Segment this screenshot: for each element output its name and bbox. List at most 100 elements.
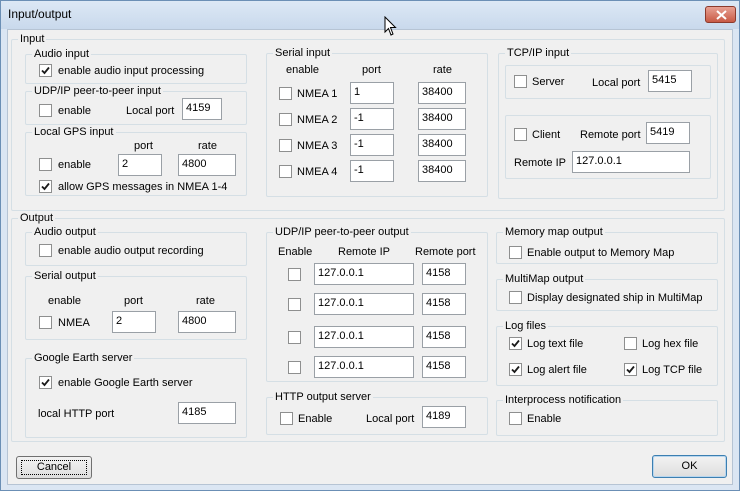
checkmark-icon	[41, 182, 50, 191]
cancel-button[interactable]: Cancel	[16, 456, 92, 479]
serial-nmea2-port-field[interactable]: -1	[350, 108, 394, 130]
audio-output-checkbox[interactable]	[39, 244, 52, 257]
udp-input-port-field[interactable]: 4159	[182, 98, 222, 120]
serial-nmea1-label: NMEA 1	[297, 88, 338, 100]
udp-input-enable-label: enable	[58, 105, 92, 117]
udp-input-checkbox[interactable]	[39, 104, 52, 117]
audio-output-enable-label: enable audio output recording	[58, 245, 204, 257]
udp-output-row1-ip-field[interactable]: 127.0.0.1	[314, 263, 414, 285]
audio-input-checkbox[interactable]	[39, 64, 52, 77]
log-files-label: Log files	[503, 319, 548, 333]
udp-output-enable-header: Enable	[278, 246, 313, 258]
log-hex-checkbox[interactable]	[624, 337, 637, 350]
serial-output-label: Serial output	[32, 269, 98, 283]
serial-nmea3-checkbox[interactable]	[279, 139, 292, 152]
tcp-client-checkbox[interactable]	[514, 128, 527, 141]
audio-output-label: Audio output	[32, 225, 98, 239]
google-earth-checkbox[interactable]	[39, 376, 52, 389]
serial-nmea2-checkbox[interactable]	[279, 113, 292, 126]
focus-ring	[21, 460, 87, 475]
tcp-input-label: TCP/IP input	[505, 46, 572, 60]
tcp-remote-ip-label: Remote IP	[514, 157, 566, 169]
http-output-label: HTTP output server	[273, 390, 373, 404]
serial-nmea1-rate-field[interactable]: 38400	[418, 82, 466, 104]
serial-output-nmea-label: NMEA	[58, 317, 90, 329]
log-tcp-checkbox[interactable]	[624, 363, 637, 376]
serial-nmea4-port-field[interactable]: -1	[350, 160, 394, 182]
udp-input-label: UDP/IP peer-to-peer input	[32, 84, 163, 98]
window-title: Input/output	[8, 7, 72, 21]
mouse-cursor-icon	[384, 16, 397, 36]
multimap-enable-label: Display designated ship in MultiMap	[527, 292, 703, 304]
checkmark-icon	[511, 339, 520, 348]
udp-output-row2-ip-field[interactable]: 127.0.0.1	[314, 293, 414, 315]
close-icon	[716, 10, 727, 20]
gps-input-checkbox[interactable]	[39, 158, 52, 171]
udp-output-row1-checkbox[interactable]	[288, 268, 301, 281]
serial-nmea1-checkbox[interactable]	[279, 87, 292, 100]
google-earth-group: Google Earth server	[25, 351, 247, 438]
ipc-enable-label: Enable	[527, 413, 562, 425]
serial-nmea3-rate-field[interactable]: 38400	[418, 134, 466, 156]
udp-output-row1-port-field[interactable]: 4158	[422, 263, 466, 285]
ok-button[interactable]: OK	[652, 455, 727, 478]
udp-output-ip-header: Remote IP	[338, 246, 390, 258]
http-output-port-label: Local port	[366, 413, 415, 425]
title-bar: Input/output	[1, 1, 739, 29]
multimap-checkbox[interactable]	[509, 291, 522, 304]
serial-output-checkbox[interactable]	[39, 316, 52, 329]
serial-input-label: Serial input	[273, 46, 333, 60]
serial-output-rate-field[interactable]: 4800	[178, 311, 236, 333]
memory-map-enable-label: Enable output to Memory Map	[527, 247, 675, 259]
log-files-group: Log files	[496, 319, 718, 386]
serial-output-enable-header: enable	[48, 295, 82, 307]
http-output-enable-label: Enable	[298, 413, 333, 425]
tcp-server-checkbox[interactable]	[514, 75, 527, 88]
tcp-remote-port-field[interactable]: 5419	[646, 122, 690, 144]
udp-output-row2-port-field[interactable]: 4158	[422, 293, 466, 315]
checkmark-icon	[511, 365, 520, 374]
close-button[interactable]	[705, 6, 736, 23]
udp-output-row4-checkbox[interactable]	[288, 361, 301, 374]
udp-output-row3-checkbox[interactable]	[288, 331, 301, 344]
audio-input-label: Audio input	[32, 47, 92, 61]
udp-output-row2-checkbox[interactable]	[288, 298, 301, 311]
checkmark-icon	[626, 365, 635, 374]
serial-nmea3-port-field[interactable]: -1	[350, 134, 394, 156]
serial-nmea1-port-field[interactable]: 1	[350, 82, 394, 104]
google-earth-port-field[interactable]: 4185	[178, 402, 236, 424]
gps-allow-checkbox[interactable]	[39, 180, 52, 193]
udp-output-row4-port-field[interactable]: 4158	[422, 356, 466, 378]
serial-output-port-field[interactable]: 2	[112, 311, 156, 333]
http-output-port-field[interactable]: 4189	[422, 406, 466, 428]
udp-output-row3-port-field[interactable]: 4158	[422, 326, 466, 348]
tcp-local-port-field[interactable]: 5415	[648, 70, 692, 92]
log-alert-checkbox[interactable]	[509, 363, 522, 376]
ipc-checkbox[interactable]	[509, 412, 522, 425]
google-earth-enable-label: enable Google Earth server	[58, 377, 193, 389]
checkmark-icon	[41, 66, 50, 75]
udp-output-port-header: Remote port	[415, 246, 476, 258]
ok-button-label: OK	[681, 460, 698, 472]
gps-rate-field[interactable]: 4800	[178, 154, 236, 176]
gps-input-label: Local GPS input	[32, 125, 116, 139]
serial-port-header: port	[362, 64, 381, 76]
gps-port-field[interactable]: 2	[118, 154, 162, 176]
serial-nmea2-rate-field[interactable]: 38400	[418, 108, 466, 130]
serial-nmea4-rate-field[interactable]: 38400	[418, 160, 466, 182]
udp-output-row4-ip-field[interactable]: 127.0.0.1	[314, 356, 414, 378]
audio-input-enable-label: enable audio input processing	[58, 65, 205, 77]
serial-nmea4-checkbox[interactable]	[279, 165, 292, 178]
udp-output-row3-ip-field[interactable]: 127.0.0.1	[314, 326, 414, 348]
http-output-checkbox[interactable]	[280, 412, 293, 425]
gps-allow-label: allow GPS messages in NMEA 1-4	[58, 181, 228, 193]
memory-map-label: Memory map output	[503, 225, 605, 239]
log-tcp-label: Log TCP file	[642, 364, 703, 376]
tcp-remote-ip-field[interactable]: 127.0.0.1	[572, 151, 690, 173]
gps-input-enable-label: enable	[58, 159, 92, 171]
serial-enable-header: enable	[286, 64, 320, 76]
serial-nmea3-label: NMEA 3	[297, 140, 338, 152]
log-text-checkbox[interactable]	[509, 337, 522, 350]
checkmark-icon	[41, 378, 50, 387]
memory-map-checkbox[interactable]	[509, 246, 522, 259]
